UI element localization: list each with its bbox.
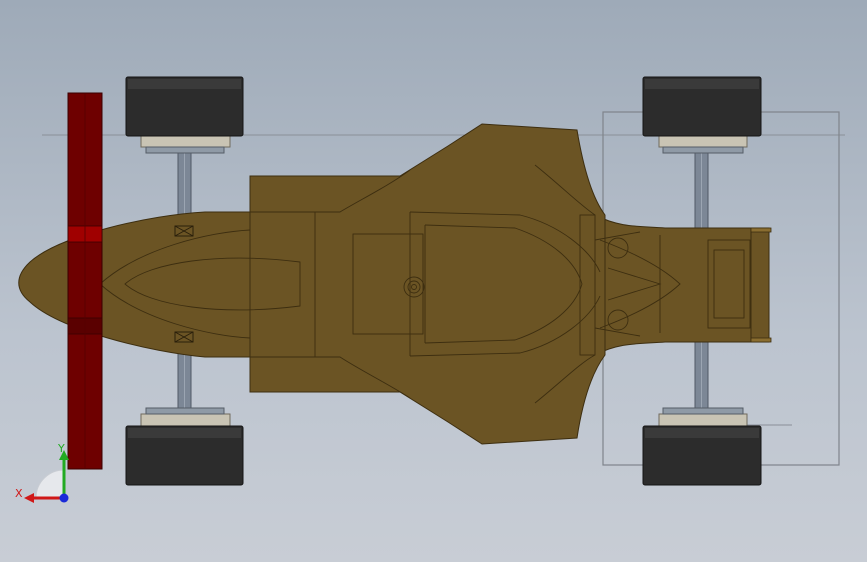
triad-y-label: Y	[57, 442, 65, 455]
orientation-triad: Y X	[15, 442, 69, 503]
front-right-tire[interactable]	[125, 425, 244, 486]
rear-wing[interactable]	[750, 227, 772, 343]
triad-x-label: X	[15, 487, 23, 500]
rear-left-hub	[658, 134, 748, 154]
rear-right-hub	[658, 407, 748, 427]
triad-z-axis	[59, 493, 69, 503]
front-left-hub	[140, 134, 231, 154]
front-wing[interactable]	[67, 92, 103, 470]
car-model-top-view[interactable]: Y X	[0, 0, 867, 562]
rear-left-tire[interactable]	[642, 76, 762, 137]
front-right-hub	[140, 407, 231, 427]
rear-right-tire[interactable]	[642, 425, 762, 486]
front-left-tire[interactable]	[125, 76, 244, 137]
main-chassis	[249, 123, 606, 445]
car-body[interactable]	[18, 123, 753, 445]
cad-viewport[interactable]: Y X	[0, 0, 867, 562]
